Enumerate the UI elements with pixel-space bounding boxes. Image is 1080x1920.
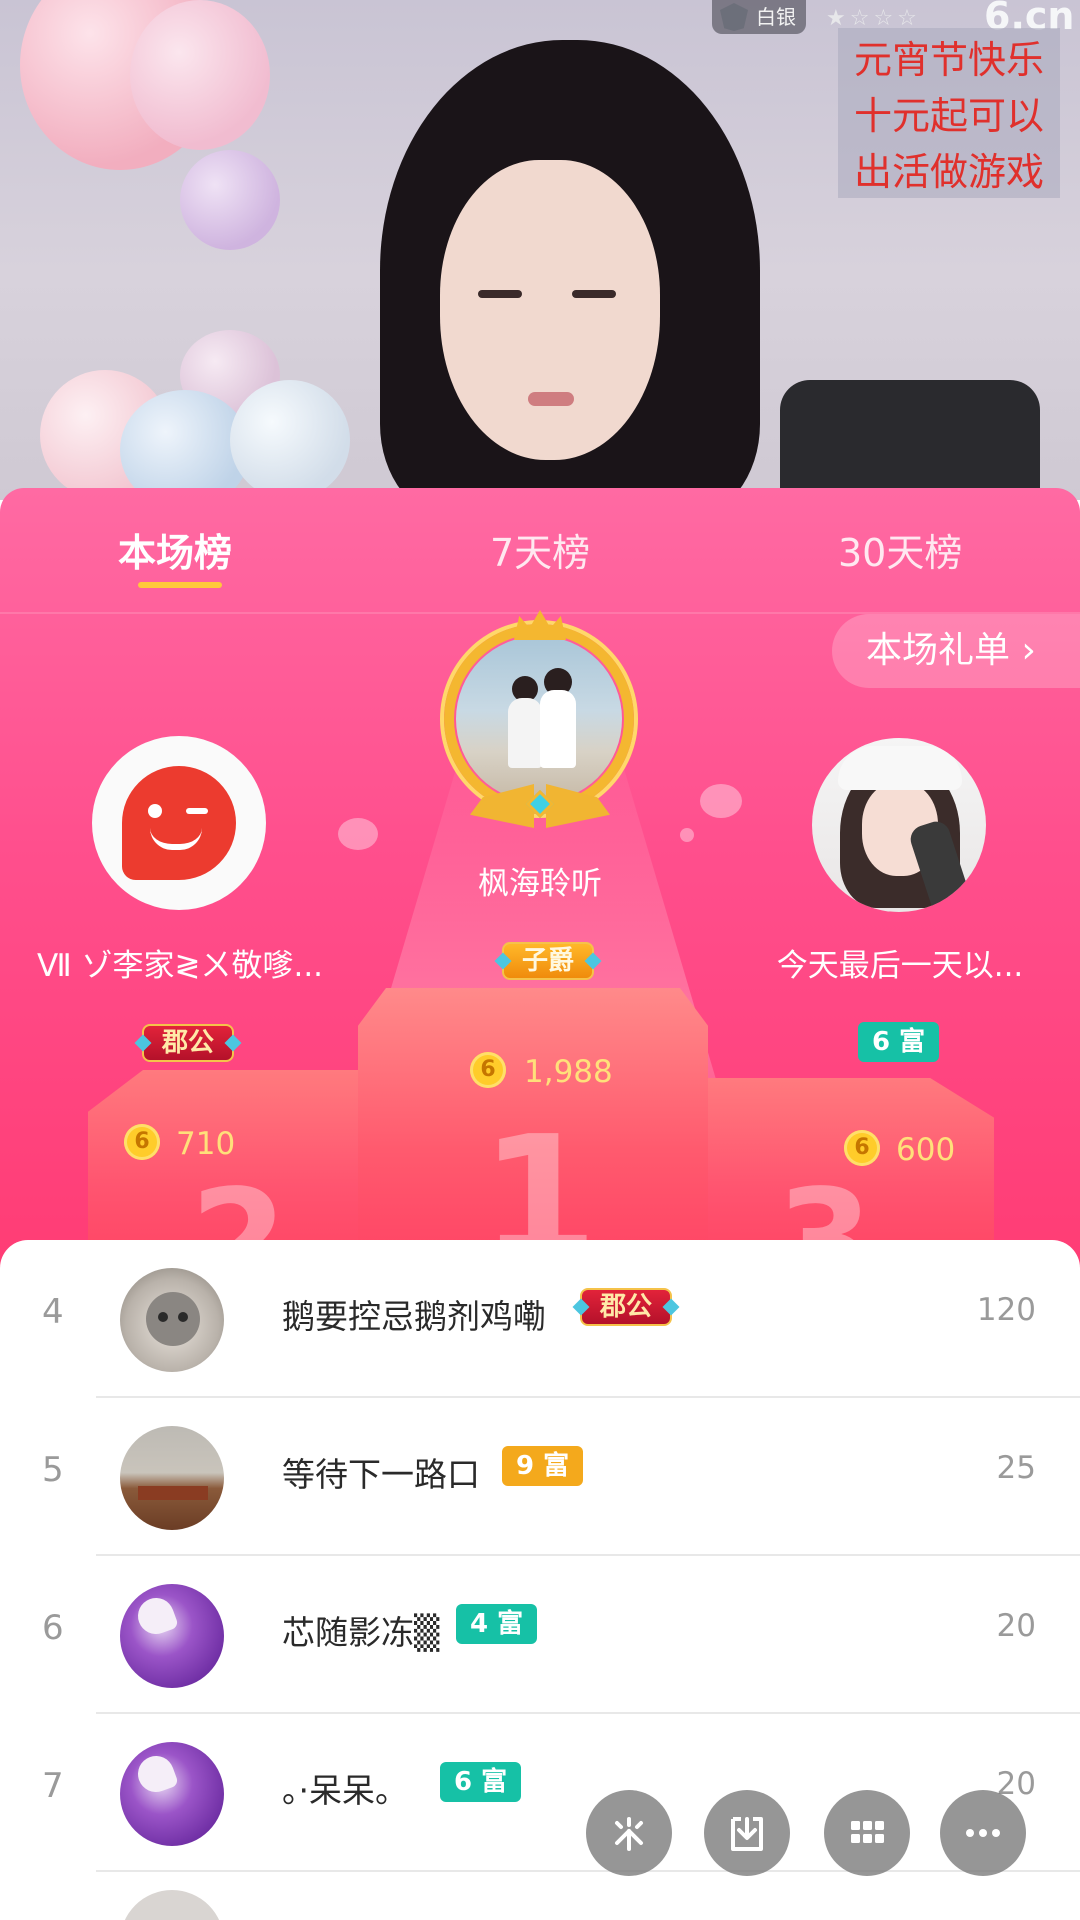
avatar[interactable]: [120, 1268, 224, 1372]
list-item[interactable]: 5 等待下一路口 9 富 25: [0, 1398, 1080, 1556]
notice-line: 十元起可以: [853, 94, 1044, 138]
avatar[interactable]: [120, 1584, 224, 1688]
divider: [96, 1870, 1080, 1872]
game-rank-label: 白银: [756, 5, 796, 29]
avatar[interactable]: [120, 1426, 224, 1530]
ranking-tabs: 本场榜 7天榜 30天榜: [0, 488, 1080, 616]
user-score: 20: [996, 1608, 1036, 1644]
balloon: [180, 150, 280, 250]
grid-button[interactable]: [824, 1790, 910, 1876]
avatar-first-place[interactable]: [456, 636, 622, 802]
list-item[interactable]: 4 鹅要控忌鹅剂鸡嘞 郡公 120: [0, 1240, 1080, 1398]
download-button[interactable]: [704, 1790, 790, 1876]
coin-icon: 6: [470, 1052, 506, 1088]
decor-bubble: [680, 828, 694, 842]
first-place-score: 1,988: [524, 1054, 613, 1090]
streamer: [350, 40, 780, 500]
balloon: [230, 380, 350, 500]
third-place-score: 600: [896, 1132, 956, 1168]
decor-bubble: [700, 784, 742, 818]
notice-line: 元宵节快乐: [853, 38, 1044, 82]
rank-number: 6: [42, 1608, 64, 1648]
tab-7-days[interactable]: 7天榜: [490, 522, 590, 577]
rich-level-badge: 9 富: [502, 1446, 584, 1486]
noble-badge: 子爵: [502, 942, 595, 980]
rich-level-badge: 4 富: [456, 1604, 538, 1644]
second-place-name[interactable]: Ⅶ ゾ李家≷ㄨ敬嗲...: [20, 940, 340, 985]
live-video[interactable]: 白银 ★☆☆☆ 6.cn 元宵节快乐 十元起可以 出活做游戏: [0, 0, 1080, 500]
rich-level-badge: 6 富: [440, 1762, 522, 1802]
balloon: [130, 0, 270, 150]
coin-icon: 6: [844, 1130, 880, 1166]
list-item[interactable]: 7 。·呆呆。 6 富 20: [0, 1714, 1080, 1872]
coin-icon: 6: [124, 1124, 160, 1160]
rank-number: 7: [42, 1766, 64, 1806]
user-name: 。·呆呆。: [282, 1771, 408, 1810]
user-name: 鹅要控忌鹅剂鸡嘞: [282, 1297, 546, 1336]
avatar[interactable]: [120, 1742, 224, 1846]
stream-notice: 元宵节快乐 十元起可以 出活做游戏: [838, 28, 1060, 198]
tab-30-days[interactable]: 30天榜: [838, 522, 962, 577]
rich-level-badge: 6 富: [858, 1022, 940, 1062]
tab-this-session[interactable]: 本场榜: [118, 522, 232, 577]
gift-list-button[interactable]: 本场礼单 ›: [832, 614, 1080, 688]
noble-badge: 郡公: [142, 1024, 235, 1062]
avatar-third-place[interactable]: [812, 738, 986, 912]
decor-bubble: [338, 818, 378, 850]
user-name: 等待下一路口: [282, 1455, 480, 1494]
avatar-second-place[interactable]: [92, 736, 266, 910]
second-place-score: 710: [176, 1126, 236, 1162]
notice-line: 出活做游戏: [853, 150, 1044, 194]
sparkle-button[interactable]: [586, 1790, 672, 1876]
chair: [780, 380, 1040, 500]
active-tab-indicator: [138, 582, 222, 588]
rank-number: 4: [42, 1292, 64, 1332]
user-score: 25: [996, 1450, 1036, 1486]
sparkle-icon: [615, 1817, 643, 1851]
ranking-panel: 本场榜 7天榜 30天榜 本场礼单 › 1 2 3 Ⅶ ゾ李家≷ㄨ敬嗲... 郡…: [0, 488, 1080, 1920]
rank-number: 5: [42, 1450, 64, 1490]
user-name: 芯随影冻▒: [282, 1613, 440, 1652]
more-icon: [966, 1829, 1000, 1837]
ranking-list: 4 鹅要控忌鹅剂鸡嘞 郡公 120 5 等待下一路口 9 富 25 6 芯随影冻…: [0, 1240, 1080, 1920]
more-button[interactable]: [940, 1790, 1026, 1876]
rank-shield-icon: [720, 3, 748, 31]
list-item[interactable]: 6 芯随影冻▒ 4 富 20: [0, 1556, 1080, 1714]
game-rank-badge: 白银: [712, 0, 806, 34]
user-score: 120: [976, 1292, 1036, 1328]
noble-badge: 郡公: [580, 1288, 673, 1326]
weibo-avatar-icon: [122, 766, 236, 880]
third-place-name[interactable]: 今天最后一天以...: [740, 940, 1060, 985]
first-place-name[interactable]: 枫海聆听: [388, 858, 692, 903]
download-icon: [731, 1817, 763, 1851]
grid-icon: [851, 1821, 884, 1843]
